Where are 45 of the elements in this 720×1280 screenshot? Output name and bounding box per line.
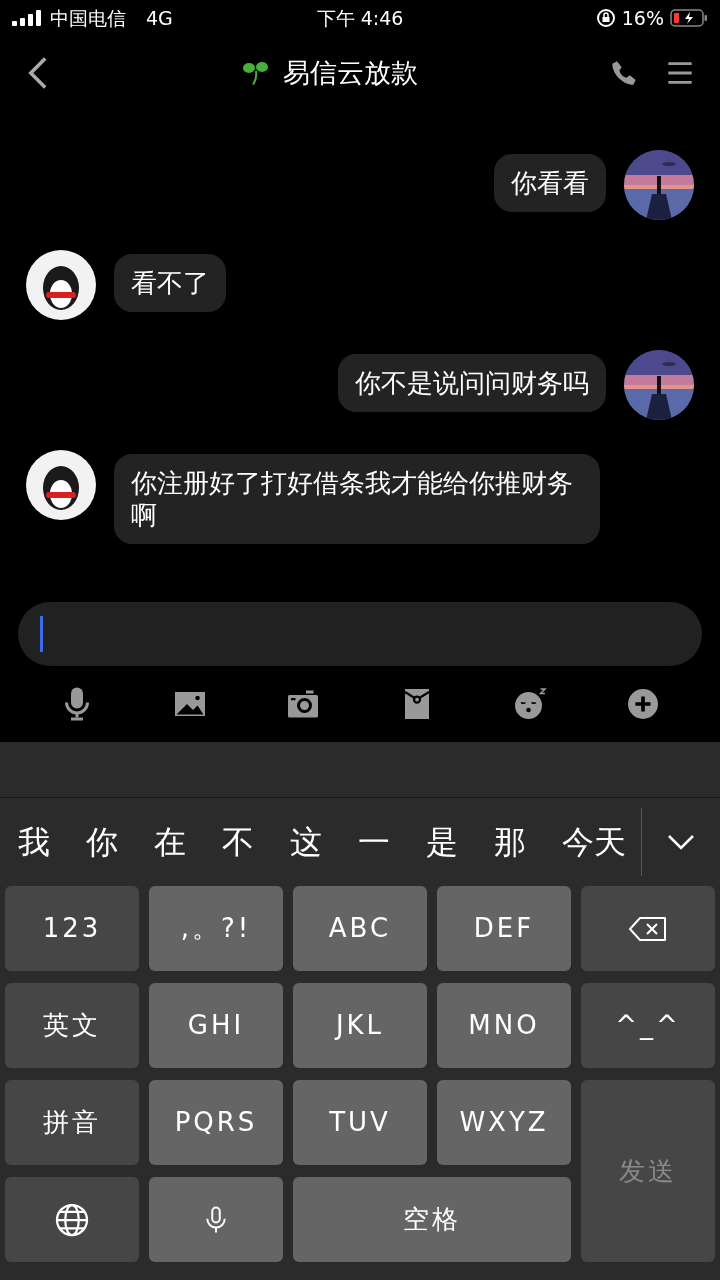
- network-type: 4G: [146, 5, 173, 31]
- candidate-word[interactable]: 在: [154, 818, 186, 866]
- candidate-word[interactable]: 我: [18, 818, 50, 866]
- keyboard-key[interactable]: WXYZ: [437, 1080, 571, 1165]
- avatar-icon: [26, 250, 96, 320]
- status-time: 下午 4:46: [316, 5, 404, 31]
- keyboard-key[interactable]: ,。?!: [149, 886, 283, 971]
- battery-icon: [670, 9, 708, 27]
- keyboard-key[interactable]: 123: [5, 886, 139, 971]
- candidate-word[interactable]: 是: [426, 818, 458, 866]
- candidate-word[interactable]: 这: [290, 818, 322, 866]
- keyboard-key[interactable]: DEF: [437, 886, 571, 971]
- candidate-word[interactable]: 今天: [562, 818, 626, 866]
- keyboard-key[interactable]: [581, 886, 715, 971]
- keyboard-key[interactable]: 拼音: [5, 1080, 139, 1165]
- candidate-word[interactable]: 那: [494, 818, 526, 866]
- menu-icon[interactable]: [666, 59, 694, 87]
- phone-icon[interactable]: [610, 59, 638, 87]
- candidate-word[interactable]: 你: [86, 818, 118, 866]
- keyboard-key[interactable]: GHI: [149, 983, 283, 1068]
- chevron-down-icon[interactable]: [666, 832, 696, 852]
- message-bubble: 你注册好了打好借条我才能给你推财务啊: [114, 454, 600, 544]
- keyboard-key[interactable]: 英文: [5, 983, 139, 1068]
- keyboard-key[interactable]: TUV: [293, 1080, 427, 1165]
- message-bubble: 看不了: [114, 254, 226, 312]
- keyboard-key[interactable]: JKL: [293, 983, 427, 1068]
- sprout-icon: [242, 61, 269, 85]
- candidate-word[interactable]: 一: [358, 818, 390, 866]
- rotation-lock-icon: [595, 8, 616, 28]
- message-bubble: 你不是说问问财务吗: [338, 354, 606, 412]
- signal-icon: [12, 10, 42, 26]
- keyboard-key[interactable]: 空格: [293, 1177, 571, 1262]
- keyboard-key[interactable]: [5, 1177, 139, 1262]
- keyboard-key[interactable]: ABC: [293, 886, 427, 971]
- keyboard-key[interactable]: ^_^: [581, 983, 715, 1068]
- keyboard-key[interactable]: MNO: [437, 983, 571, 1068]
- avatar-icon: [26, 450, 96, 520]
- chat-title: 易信云放款: [282, 55, 418, 90]
- keyboard-key[interactable]: PQRS: [149, 1080, 283, 1165]
- message-bubble: 你看看: [494, 154, 606, 212]
- candidate-word[interactable]: 不: [222, 818, 254, 866]
- carrier-name: 中国电信: [50, 5, 126, 31]
- battery-percent: 16%: [621, 5, 664, 31]
- backspace-icon: [628, 915, 668, 942]
- globe-icon: [54, 1201, 90, 1238]
